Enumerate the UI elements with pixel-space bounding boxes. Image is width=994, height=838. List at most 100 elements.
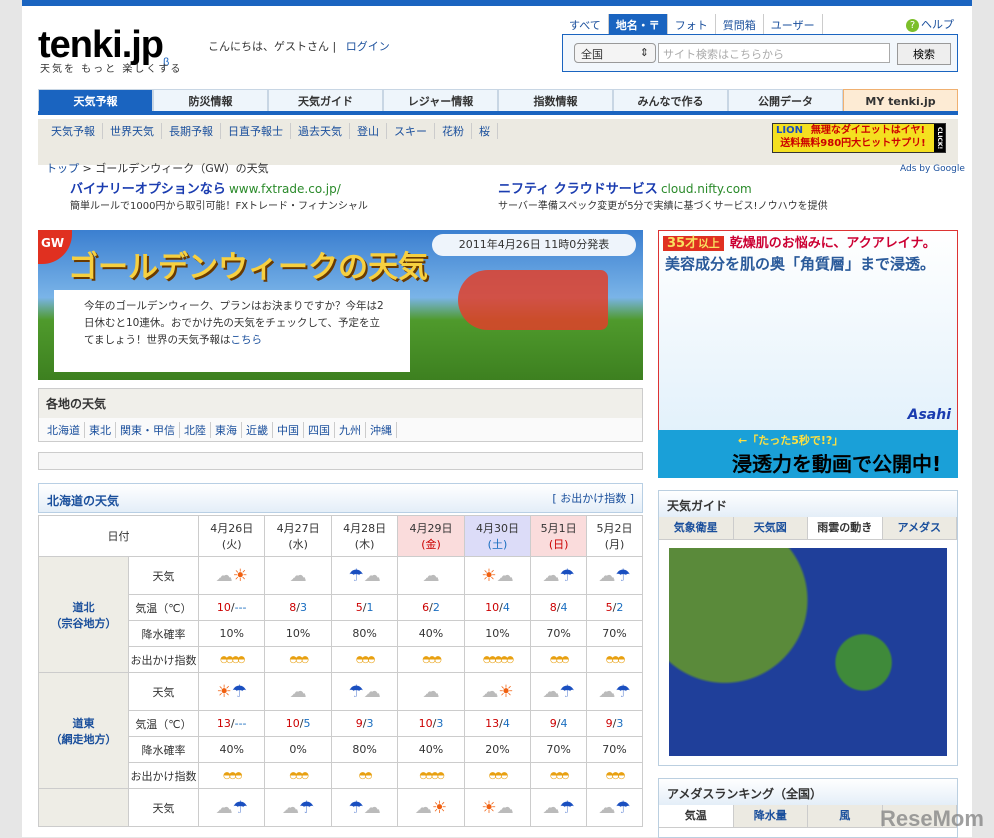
rain-probability-cell: 20% [463, 736, 532, 763]
region-name[interactable]: 道北 （宗谷地方） [38, 556, 129, 673]
area-link[interactable]: 東海 [211, 422, 242, 438]
nav-tab[interactable]: 天気ガイド [268, 89, 383, 111]
cloudy-icon: ☁ [264, 556, 332, 595]
subnav-link[interactable]: 花粉 [435, 123, 472, 139]
outing-index-hats-icon: ◓◓◓ [264, 762, 332, 789]
ads-by-google[interactable]: Ads by Google [900, 164, 965, 174]
breadcrumb-top[interactable]: トップ [46, 162, 79, 175]
help-link[interactable]: ? ヘルプ [906, 16, 954, 32]
subnav-link[interactable]: 世界天気 [103, 123, 162, 139]
outing-index-hats-icon: ◓◓◓ [530, 646, 588, 673]
cloudy-icon: ☁ [264, 672, 332, 711]
cloudy-then-rain-icon: ☁☂ [530, 788, 588, 827]
cloudy-then-rain-icon: ☁☂ [264, 788, 332, 827]
ranking-tab[interactable]: 気温 [659, 805, 734, 827]
nav-tab[interactable]: みんなで作る [613, 89, 728, 111]
nav-tab[interactable]: 公開データ [728, 89, 843, 111]
row-label: 気温（℃） [128, 594, 199, 621]
guide-tab[interactable]: 雨雲の動き [808, 517, 883, 539]
region-name[interactable] [38, 788, 129, 827]
ad-title[interactable]: バイナリーオプションなら [70, 182, 226, 197]
rain-then-cloudy-icon: ☂☁ [330, 788, 399, 827]
main-nav: 天気予報 防災情報 天気ガイド レジャー情報 指数情報 みんなで作る 公開データ MY ten… [38, 89, 958, 115]
area-link[interactable]: 九州 [335, 422, 366, 438]
weather-guide: 天気ガイド 気象衛星 天気図 雨雲の動き アメダス [658, 490, 958, 766]
search-scope-select[interactable]: 全国 ⇕ [574, 43, 656, 63]
login-link[interactable]: ログイン [346, 40, 390, 53]
subnav-link[interactable]: スキー [387, 123, 435, 139]
area-link[interactable]: 東北 [85, 422, 116, 438]
outing-index-hats-icon: ◓◓◓◓ [397, 762, 465, 789]
area-link[interactable]: 四国 [304, 422, 335, 438]
guide-tab[interactable]: アメダス [882, 517, 957, 539]
region-name[interactable]: 道東 （網走地方） [38, 672, 129, 789]
outing-index-hats-icon: ◓◓◓ [397, 646, 465, 673]
ad-video-strip: ←「たった5秒で!?」 浸透力を動画で公開中! [658, 430, 958, 478]
guide-tab[interactable]: 天気図 [733, 517, 808, 539]
subnav-link[interactable]: 桜 [472, 123, 498, 139]
outing-index-hats-icon: ◓◓◓ [264, 646, 332, 673]
text-ad[interactable]: バイナリーオプションなら www.fxtrade.co.jp/簡単ルールで100… [70, 178, 368, 212]
outing-index-hats-icon: ◓◓◓ [330, 646, 399, 673]
area-link[interactable]: 近畿 [242, 422, 273, 438]
nav-tab[interactable]: レジャー情報 [383, 89, 498, 111]
lion-ad[interactable]: LION 無理なダイエットはイヤ! 送料無料980円大ヒットサプリ! CLICK! [772, 123, 946, 153]
temperature-cell: 5/1 [330, 594, 399, 621]
row-label: 天気 [128, 788, 199, 827]
nav-tab[interactable]: 天気予報 [38, 89, 153, 111]
search-input[interactable]: サイト検索はこちらから [658, 43, 890, 63]
published-time: 2011年4月26日 11時0分発表 [432, 234, 636, 256]
forecast-title: 北海道の天気 [47, 494, 120, 508]
subnav-link[interactable]: 日直予報士 [221, 123, 291, 139]
ad-title[interactable]: ニフティ クラウドサービス [498, 182, 658, 197]
subnav-link[interactable]: 天気予報 [44, 123, 103, 139]
outing-index-hats-icon: ◓◓◓ [463, 762, 532, 789]
regional-weather: 各地の天気 北海道 東北 関東・甲信 北陸 東海 近畿 中国 四国 九州 沖縄 [38, 388, 643, 442]
forecast-table: 日付 4月26日 (火) 4月27日 (水) 4月28日 (木) 4月29日 (金) 4月30日(… [38, 515, 643, 827]
cloudy-then-sunny-icon: ☁☀ [397, 788, 465, 827]
outing-index-hats-icon: ◓◓ [330, 762, 399, 789]
cloudy-then-sunny-icon: ☁☀ [197, 556, 266, 595]
subnav-link[interactable]: 過去天気 [291, 123, 350, 139]
ad-headline: 乾燥肌のお悩みに、アクアレイナ。 [729, 236, 936, 251]
area-link[interactable]: 北陸 [180, 422, 211, 438]
search-button[interactable]: 検索 [897, 43, 951, 65]
temperature-cell: 5/2 [586, 594, 643, 621]
world-weather-link[interactable]: こちら [230, 334, 262, 346]
koinobori-image [458, 270, 608, 330]
help-icon: ? [906, 19, 919, 32]
ranking-tab[interactable]: 降水量 [733, 805, 808, 827]
guide-tab[interactable]: 気象衛星 [659, 517, 734, 539]
ad-bottom-text: 浸透力を動画で公開中! [732, 452, 942, 476]
subnav-link[interactable]: 長期予報 [162, 123, 221, 139]
text-ad[interactable]: ニフティ クラウドサービス cloud.nifty.com サーバー準備スペック変… [498, 178, 828, 212]
outing-index-link[interactable]: [ お出かけ指数 ] [552, 490, 634, 506]
cloudy-then-rain-icon: ☁☂ [586, 672, 643, 711]
age-badge: 35才以上 [663, 236, 724, 251]
gw-banner: GW ゴールデンウィークの天気 2011年4月26日 11時0分発表 今年のゴー… [38, 230, 643, 380]
row-label: お出かけ指数 [128, 646, 199, 673]
subnav-link[interactable]: 登山 [350, 123, 387, 139]
area-link[interactable]: 沖縄 [366, 422, 397, 438]
rain-probability-cell: 70% [530, 736, 588, 763]
temperature-cell: 8/4 [530, 594, 588, 621]
temperature-cell: 13/4 [463, 710, 532, 737]
cloudy-then-rain-icon: ☁☂ [530, 672, 588, 711]
temperature-cell: 10/5 [264, 710, 332, 737]
area-link[interactable]: 中国 [273, 422, 304, 438]
nav-tab[interactable]: 防災情報 [153, 89, 268, 111]
help-label: ヘルプ [921, 18, 954, 31]
nav-tab[interactable]: 指数情報 [498, 89, 613, 111]
ranking-tab[interactable]: 風 [808, 805, 883, 827]
lion-line2: 送料無料980円大ヒットサプリ! [780, 138, 926, 149]
lion-line1: 無理なダイエットはイヤ! [810, 125, 926, 136]
nav-tab[interactable]: MY tenki.jp [843, 89, 958, 111]
area-link[interactable]: 関東・甲信 [116, 422, 180, 438]
cloudy-icon: ☁ [397, 556, 465, 595]
area-link[interactable]: 北海道 [43, 422, 85, 438]
day-header: 4月27日 (水) [264, 515, 332, 557]
row-label: 天気 [128, 672, 199, 711]
skincare-ad[interactable]: 35才以上 乾燥肌のお悩みに、アクアレイナ。 美容成分を肌の奥「角質層」まで浸透。… [658, 230, 958, 478]
rain-cloud-map[interactable] [669, 548, 947, 756]
outing-index-hats-icon: ◓◓◓ [586, 762, 643, 789]
